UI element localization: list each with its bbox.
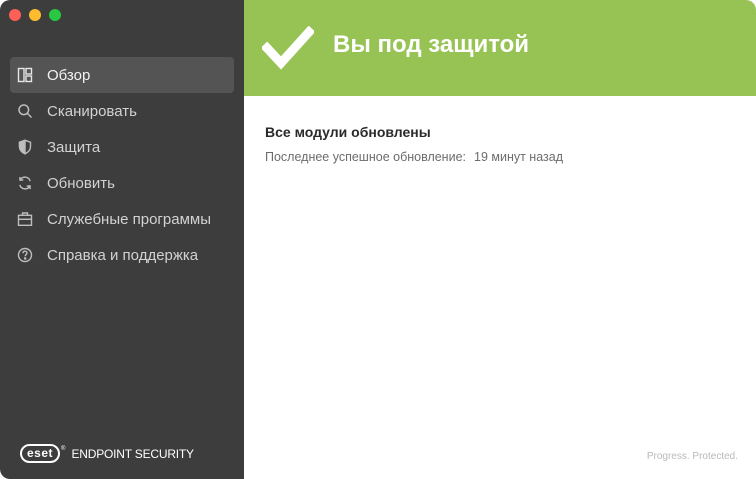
sidebar-item-tools[interactable]: Служебные программы	[10, 201, 234, 237]
search-icon	[17, 103, 33, 119]
sidebar-item-update[interactable]: Обновить	[10, 165, 234, 201]
sidebar-item-label: Защита	[47, 138, 101, 156]
refresh-icon	[17, 175, 33, 191]
shield-icon	[17, 139, 33, 155]
sidebar-item-label: Обновить	[47, 174, 115, 192]
protection-status-title: Вы под защитой	[333, 31, 530, 58]
sidebar-item-label: Справка и поддержка	[47, 246, 199, 264]
sidebar-item-label: Сканировать	[47, 102, 137, 120]
briefcase-icon	[17, 211, 33, 227]
last-update-label: Последнее успешное обновление:	[265, 150, 466, 164]
sidebar-item-label: Обзор	[47, 66, 91, 84]
product-name: ENDPOINT SECURITY	[71, 446, 194, 461]
app-window: Обзор Сканировать Защита Обновить Служеб…	[0, 0, 756, 479]
eset-brand: eset ® ENDPOINT SECURITY	[20, 444, 194, 463]
tagline: Progress. Protected.	[646, 451, 738, 462]
sidebar-nav: Обзор Сканировать Защита Обновить Служеб…	[10, 57, 234, 273]
last-update-value: 19 минут назад	[474, 150, 563, 164]
sidebar-item-scan[interactable]: Сканировать	[10, 93, 234, 129]
overview-icon	[17, 67, 33, 83]
eset-logo: eset	[20, 444, 61, 463]
sidebar-item-label: Служебные программы	[47, 210, 211, 228]
protection-status-banner: Вы под защитой	[244, 0, 756, 96]
last-update-row: Последнее успешное обновление: 19 минут н…	[265, 150, 563, 164]
window-controls	[9, 9, 61, 21]
minimize-window-button[interactable]	[29, 9, 41, 21]
modules-status-heading: Все модули обновлены	[265, 124, 431, 140]
help-icon	[17, 247, 33, 263]
sidebar-item-protection[interactable]: Защита	[10, 129, 234, 165]
main-panel: Вы под защитой Все модули обновлены Посл…	[244, 0, 756, 479]
close-window-button[interactable]	[9, 9, 21, 21]
sidebar-item-help[interactable]: Справка и поддержка	[10, 237, 234, 273]
maximize-window-button[interactable]	[49, 9, 61, 21]
checkmark-icon	[262, 26, 314, 70]
sidebar: Обзор Сканировать Защита Обновить Служеб…	[0, 0, 244, 479]
sidebar-item-overview[interactable]: Обзор	[10, 57, 234, 93]
trademark-symbol: ®	[61, 445, 66, 452]
